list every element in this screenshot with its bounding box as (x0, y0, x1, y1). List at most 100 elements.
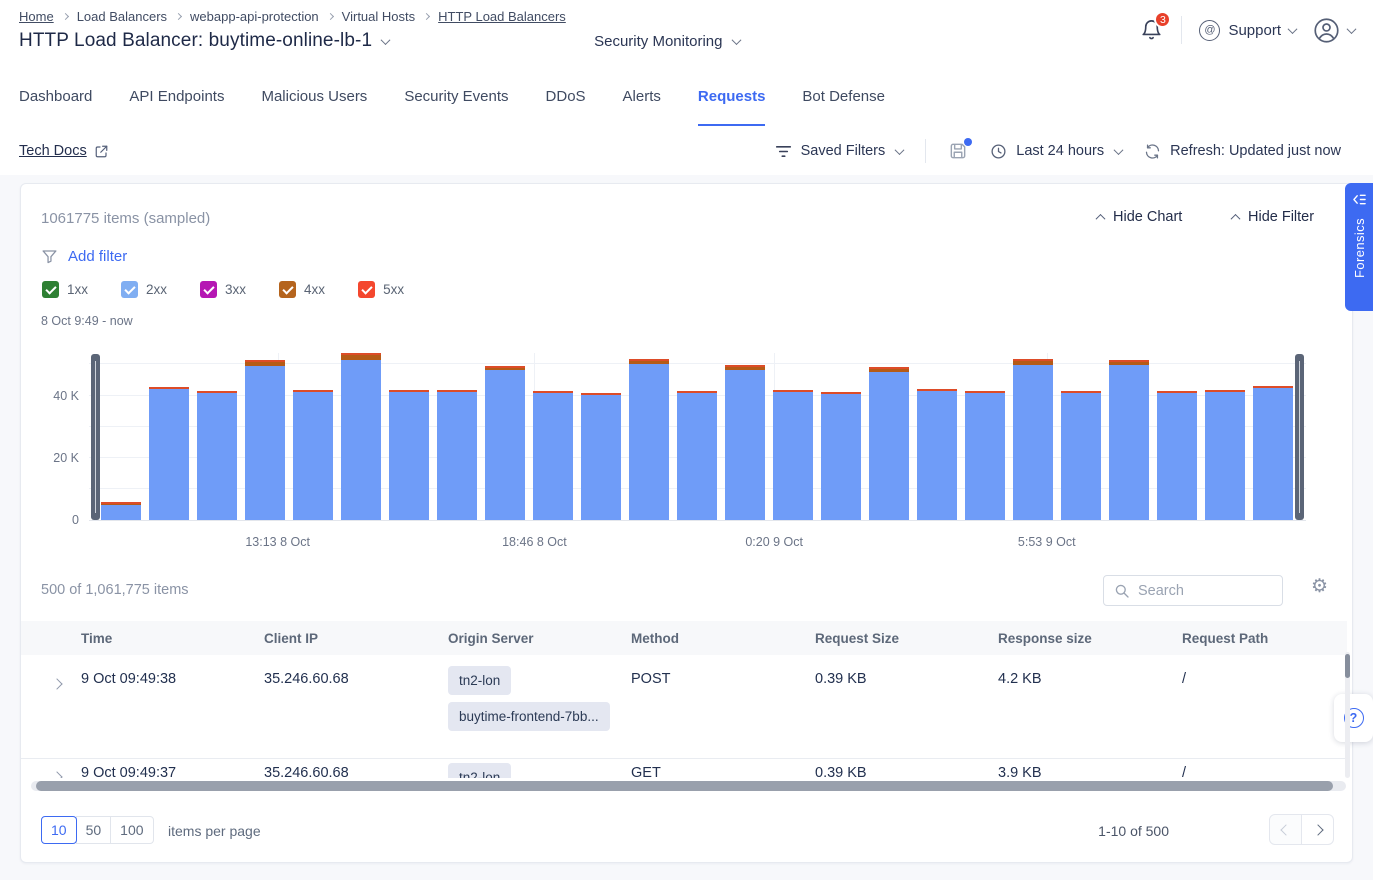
column-header-response-size[interactable]: Response size (998, 621, 1182, 646)
chart-bar[interactable] (1109, 360, 1149, 520)
status-filter-1xx[interactable]: 1xx (42, 281, 88, 298)
right-brush-handle[interactable] (1295, 354, 1304, 520)
saved-filters-dropdown[interactable]: Saved Filters (775, 143, 904, 159)
secondary-nav-select[interactable]: Security Monitoring (594, 33, 722, 50)
status-filter-4xx[interactable]: 4xx (279, 281, 325, 298)
page-size-100[interactable]: 100 (110, 816, 153, 844)
chart-bar[interactable] (869, 367, 909, 520)
column-header-request-size[interactable]: Request Size (815, 621, 998, 646)
refresh-button[interactable]: Refresh: Updated just now (1144, 143, 1341, 160)
horizontal-scrollbar[interactable] (31, 781, 1346, 791)
page-size-50[interactable]: 50 (76, 816, 112, 844)
chart-bar[interactable] (197, 391, 237, 520)
account-menu[interactable] (1313, 17, 1355, 44)
forensics-tab[interactable]: Forensics (1345, 183, 1373, 311)
checkbox-5xx[interactable] (358, 281, 375, 298)
chart-bar[interactable] (1253, 386, 1293, 520)
page-size-group: 1050100 (41, 816, 154, 844)
chart-bar[interactable] (485, 366, 525, 520)
column-header-client-ip[interactable]: Client IP (264, 621, 448, 646)
search-input[interactable] (1138, 583, 1268, 599)
table-search[interactable] (1103, 575, 1283, 606)
page-size-10[interactable]: 10 (41, 816, 77, 844)
add-filter-button[interactable]: Add filter (41, 248, 127, 265)
row-expander[interactable] (41, 760, 81, 778)
column-header-time[interactable]: Time (81, 621, 264, 646)
row-expander[interactable] (41, 655, 81, 693)
origin-server-tag[interactable]: buytime-frontend-7bb... (448, 702, 610, 731)
tech-docs-link[interactable]: Tech Docs (19, 143, 109, 159)
tab-malicious-users[interactable]: Malicious Users (261, 88, 367, 126)
chart-bar[interactable] (101, 502, 141, 520)
table-settings-gear-icon[interactable]: ⚙ (1311, 577, 1328, 596)
chart-bar[interactable] (1157, 391, 1197, 520)
vertical-scrollbar[interactable] (1345, 652, 1350, 778)
chart-bar[interactable] (1061, 391, 1101, 520)
hide-chart-button[interactable]: Hide Chart (1097, 209, 1182, 225)
chevron-down-icon[interactable] (731, 35, 741, 45)
status-filter-2xx[interactable]: 2xx (121, 281, 167, 298)
tab-alerts[interactable]: Alerts (623, 88, 661, 126)
hscroll-thumb[interactable] (36, 781, 1333, 791)
page-toolbar: Tech Docs Saved Filters Last 24 hours (0, 128, 1373, 174)
status-code-filters: 1xx 2xx 3xx 4xx 5xx (42, 281, 404, 298)
chart-bar[interactable] (245, 360, 285, 520)
support-menu[interactable]: @ Support (1199, 20, 1296, 41)
chart-bar[interactable] (581, 393, 621, 520)
column-header-request-path[interactable]: Request Path (1182, 621, 1347, 646)
chart-bar[interactable] (1013, 359, 1053, 520)
checkbox-2xx[interactable] (121, 281, 138, 298)
chart-bar[interactable] (1205, 390, 1245, 520)
prev-page-button[interactable] (1269, 814, 1302, 845)
cell-time: 9 Oct 09:49:37 (81, 760, 264, 778)
chevron-down-icon[interactable] (381, 35, 391, 45)
chart-bar[interactable] (341, 353, 381, 520)
cell-client-ip: 35.246.60.68 (264, 655, 448, 687)
tab-bot-defense[interactable]: Bot Defense (802, 88, 885, 126)
requests-chart[interactable]: 020 K40 K13:13 8 Oct18:46 8 Oct0:20 9 Oc… (89, 353, 1306, 521)
origin-server-tag[interactable]: tn2-lon (448, 666, 511, 695)
bar-segment-2xx (629, 364, 669, 520)
pagination: 1050100 items per page 1-10 of 500 (21, 814, 1354, 848)
next-page-button[interactable] (1301, 814, 1334, 845)
breadcrumb-item[interactable]: Home (19, 9, 54, 24)
chart-bar[interactable] (293, 390, 333, 520)
chart-bar[interactable] (149, 387, 189, 520)
left-brush-handle[interactable] (91, 354, 100, 520)
time-range-dropdown[interactable]: Last 24 hours (990, 143, 1122, 160)
tab-ddos[interactable]: DDoS (546, 88, 586, 126)
chart-bar[interactable] (917, 389, 957, 520)
table-row[interactable]: 9 Oct 09:49:3835.246.60.68tn2-lonbuytime… (21, 655, 1347, 759)
checkbox-4xx[interactable] (279, 281, 296, 298)
checkbox-1xx[interactable] (42, 281, 59, 298)
tab-api-endpoints[interactable]: API Endpoints (129, 88, 224, 126)
chart-bar[interactable] (725, 365, 765, 520)
origin-server-tag[interactable]: tn2-lon (448, 763, 511, 778)
status-filter-label: 3xx (225, 282, 246, 297)
vscroll-thumb[interactable] (1345, 654, 1350, 678)
chart-bar[interactable] (965, 391, 1005, 520)
tab-security-events[interactable]: Security Events (404, 88, 508, 126)
help-button[interactable]: ? (1334, 694, 1373, 742)
chart-bar[interactable] (677, 391, 717, 520)
column-header-origin-server[interactable]: Origin Server (448, 621, 631, 646)
chart-bar[interactable] (773, 390, 813, 520)
column-header-method[interactable]: Method (631, 621, 815, 646)
hide-filter-button[interactable]: Hide Filter (1232, 209, 1314, 225)
table-row[interactable]: 9 Oct 09:49:3735.246.60.68tn2-lonGET0.39… (21, 760, 1347, 778)
chart-bar[interactable] (437, 390, 477, 520)
notifications-button[interactable]: 3 (1140, 18, 1164, 42)
chart-bar[interactable] (629, 359, 669, 520)
chart-bar[interactable] (821, 392, 861, 520)
cell-origin-server: tn2-lon (448, 760, 631, 778)
chart-range-label: 8 Oct 9:49 - now (41, 314, 133, 328)
status-filter-3xx[interactable]: 3xx (200, 281, 246, 298)
checkbox-3xx[interactable] (200, 281, 217, 298)
tab-dashboard[interactable]: Dashboard (19, 88, 92, 126)
chart-bar[interactable] (533, 391, 573, 520)
chart-bar[interactable] (389, 390, 429, 520)
save-filter-button[interactable] (948, 141, 968, 161)
tab-requests[interactable]: Requests (698, 88, 766, 126)
status-filter-5xx[interactable]: 5xx (358, 281, 404, 298)
breadcrumb-item[interactable]: HTTP Load Balancers (438, 9, 566, 24)
